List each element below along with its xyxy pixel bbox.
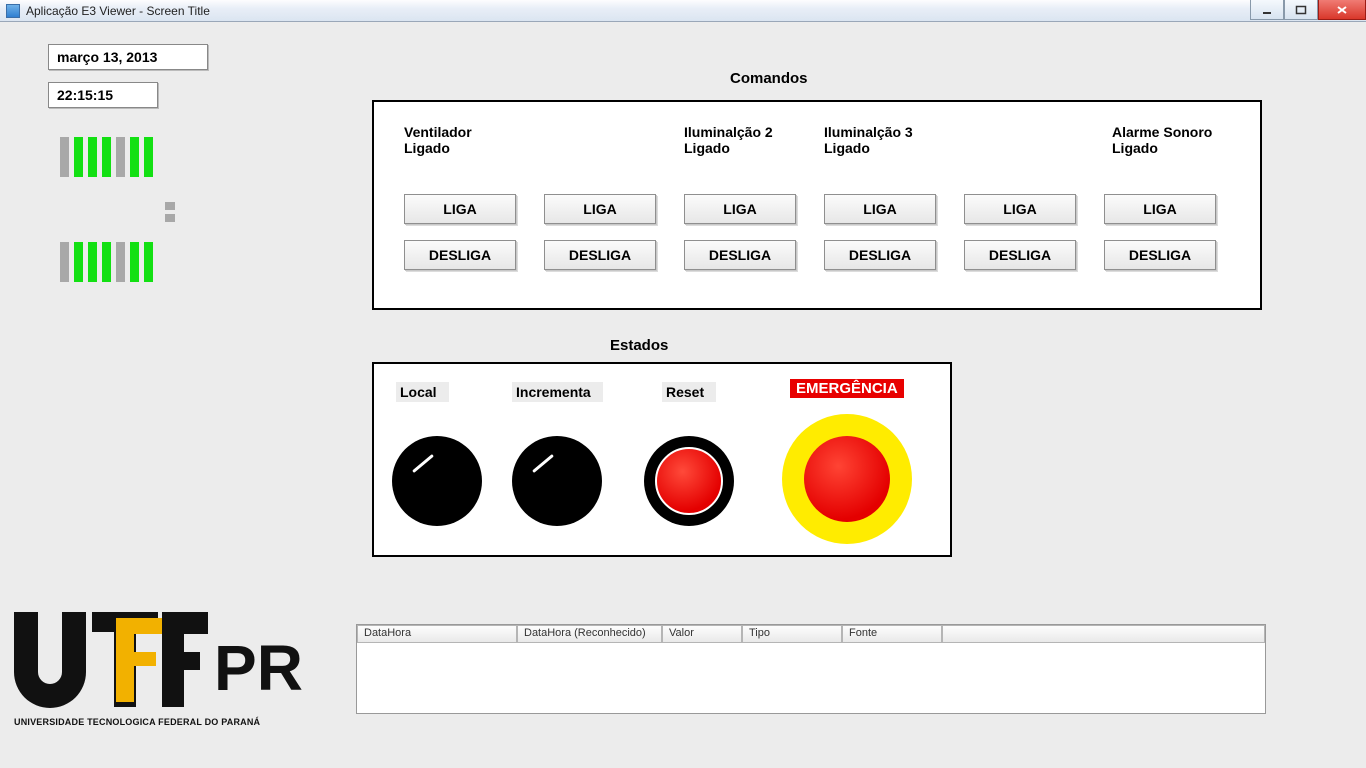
reset-button-inner [655,447,723,515]
comandos-title: Comandos [730,70,808,87]
minimize-button[interactable] [1250,0,1284,20]
grid-header[interactable]: Tipo [742,625,842,643]
date-field[interactable]: março 13, 2013 [48,44,208,70]
reset-button[interactable] [644,436,734,526]
cmd-label: Iluminalção 2 Ligado [684,124,804,156]
maximize-button[interactable] [1284,0,1318,20]
desliga-button[interactable]: DESLIGA [684,240,796,270]
cmd-label: Alarme Sonoro Ligado [1112,124,1232,156]
liga-button[interactable]: LIGA [404,194,516,224]
utfpr-logo: PR UNIVERSIDADE TECNOLOGICA FEDERAL DO P… [14,612,324,727]
window-title: Aplicação E3 Viewer - Screen Title [26,4,210,18]
cmd-col-ilum2: Iluminalção 2 Ligado [684,124,804,156]
desliga-button[interactable]: DESLIGA [824,240,936,270]
desliga-button[interactable]: DESLIGA [1104,240,1216,270]
incrementa-knob[interactable] [512,436,602,526]
cmd-col-alarme: Alarme Sonoro Ligado [1112,124,1232,156]
desliga-button[interactable]: DESLIGA [544,240,656,270]
cmd-label: Ventilador Ligado [404,124,524,156]
desliga-button[interactable]: DESLIGA [404,240,516,270]
svg-text:PR: PR [214,632,303,704]
comandos-panel: Ventilador Ligado Iluminalção 2 Ligado I… [372,100,1262,310]
cmd-label: Iluminalção 3 Ligado [824,124,944,156]
liga-button[interactable]: LIGA [964,194,1076,224]
state-incrementa-label: Incrementa [512,382,603,402]
estados-panel: Local Incrementa Reset EMERGÊNCIA [372,362,952,557]
grid-header[interactable]: Fonte [842,625,942,643]
cmd-col-ilum3: Iluminalção 3 Ligado [824,124,944,156]
grid-header[interactable]: DataHora [357,625,517,643]
liga-button[interactable]: LIGA [684,194,796,224]
logo-subtitle: UNIVERSIDADE TECNOLOGICA FEDERAL DO PARA… [14,717,324,727]
grid-header[interactable] [942,625,1265,643]
time-value: 22:15:15 [57,87,113,103]
grid-header[interactable]: Valor [662,625,742,643]
grid-header-row: DataHora DataHora (Reconhecido) Valor Ti… [357,625,1265,643]
state-local-label: Local [396,382,449,402]
emergency-button-inner [804,436,890,522]
titlebar: Aplicação E3 Viewer - Screen Title [0,0,1366,22]
grid-header[interactable]: DataHora (Reconhecido) [517,625,662,643]
state-emergencia-label: EMERGÊNCIA [790,380,904,398]
local-knob[interactable] [392,436,482,526]
date-value: março 13, 2013 [57,49,157,65]
desliga-button[interactable]: DESLIGA [964,240,1076,270]
status-dots [165,202,175,222]
state-reset-label: Reset [662,382,716,402]
liga-button[interactable]: LIGA [544,194,656,224]
liga-button[interactable]: LIGA [824,194,936,224]
cmd-col-ventilador: Ventilador Ligado [404,124,524,156]
close-button[interactable] [1318,0,1366,20]
app-icon [6,4,20,18]
estados-title: Estados [610,337,668,354]
liga-button[interactable]: LIGA [1104,194,1216,224]
time-field[interactable]: 22:15:15 [48,82,158,108]
status-bars-top [60,137,153,177]
emergency-button[interactable] [782,414,912,544]
status-bars-bottom [60,242,153,282]
alarm-grid[interactable]: DataHora DataHora (Reconhecido) Valor Ti… [356,624,1266,714]
